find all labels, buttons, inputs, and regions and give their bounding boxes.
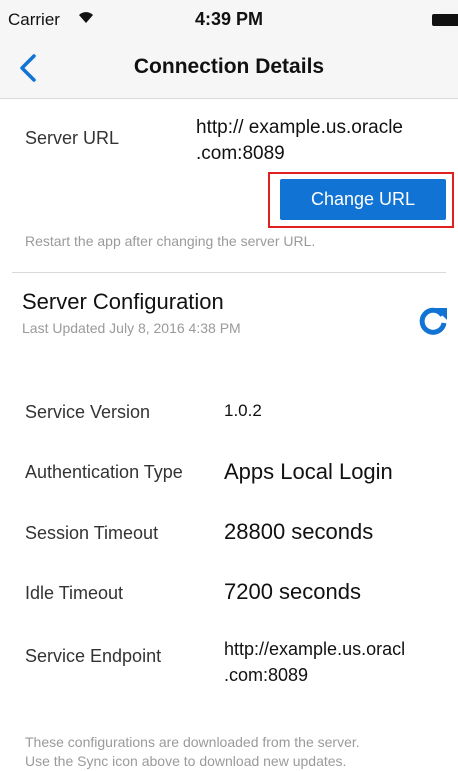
server-url-label: Server URL (25, 128, 120, 148)
service-endpoint-label: Service Endpoint (25, 646, 162, 666)
session-timeout-value: 28800 seconds (224, 519, 374, 544)
page-title: Connection Details (133, 55, 325, 78)
authentication-type-value: Apps Local Login (224, 459, 393, 484)
session-timeout-label: Session Timeout (25, 523, 159, 543)
status-time: 4:39 PM (194, 9, 264, 29)
server-url-line-2: .com:8089 (196, 143, 285, 164)
server-url-line-1: http:// example.us.oracle (196, 117, 403, 138)
restart-note: Restart the app after changing the serve… (25, 233, 316, 249)
service-version-value: 1.0.2 (224, 401, 262, 420)
service-endpoint-line-1: http://example.us.oracl (224, 639, 406, 659)
footer-note-line-2: Use the Sync icon above to download new … (25, 753, 347, 769)
battery-icon (432, 14, 458, 26)
service-version-label: Service Version (25, 402, 151, 422)
service-endpoint-value: http://example.us.oracl .com:8089 (224, 636, 458, 688)
idle-timeout-value: 7200 seconds (224, 579, 361, 604)
footer-note: These configurations are downloaded from… (25, 733, 455, 771)
server-configuration-title: Server Configuration (22, 289, 224, 314)
authentication-type-label: Authentication Type (25, 462, 183, 482)
status-bar: Carrier 4:39 PM (0, 0, 458, 40)
service-endpoint-line-2: .com:8089 (224, 665, 309, 685)
footer-note-line-1: These configurations are downloaded from… (25, 734, 360, 750)
last-updated-text: Last Updated July 8, 2016 4:38 PM (22, 320, 241, 336)
navigation-bar: Connection Details (0, 40, 458, 99)
idle-timeout-label: Idle Timeout (25, 583, 124, 603)
change-url-button[interactable]: Change URL (280, 179, 446, 220)
server-url-value: http:// example.us.oracle .com:8089 (196, 115, 446, 167)
section-divider (12, 272, 446, 273)
sync-icon[interactable] (416, 304, 450, 338)
